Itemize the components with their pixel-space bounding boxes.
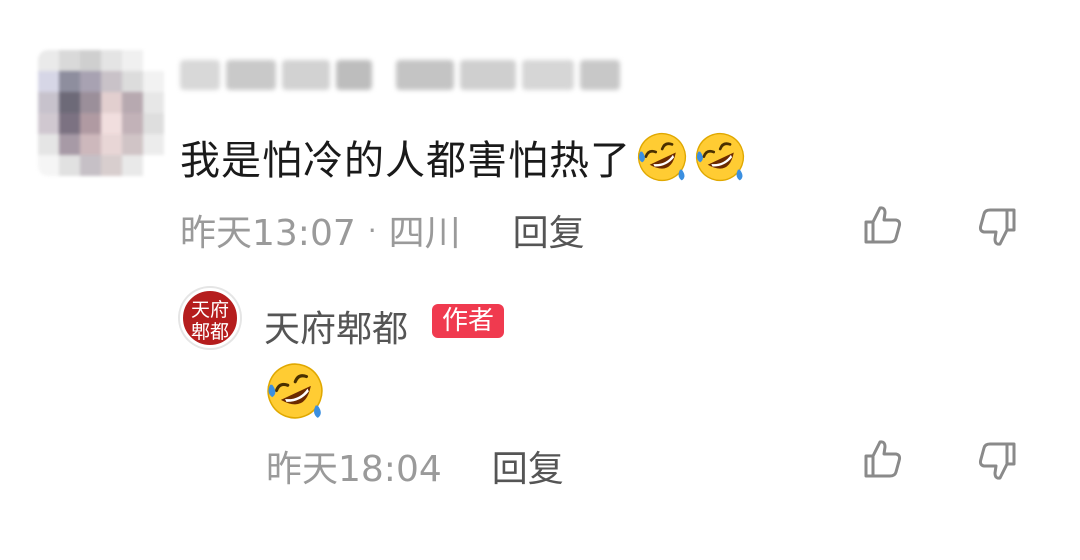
author-name[interactable]: 天府郫都	[264, 300, 408, 352]
avatar-char: 郫	[191, 321, 211, 343]
dislike-icon[interactable]	[976, 439, 1020, 483]
rolling-on-floor-laughing-icon	[637, 132, 687, 182]
meta-separator: ·	[367, 213, 377, 247]
avatar-char: 都	[210, 321, 230, 343]
comment-body: 我是怕冷的人都害怕热了	[180, 128, 747, 186]
avatar-char: 府	[210, 299, 230, 321]
reply-button[interactable]: 回复	[513, 204, 585, 256]
comment-meta: 昨天13:07 · 四川 回复	[180, 204, 585, 256]
commenter-avatar[interactable]	[38, 50, 164, 176]
reply-button[interactable]: 回复	[492, 440, 564, 492]
avatar-char: 天	[191, 299, 211, 321]
comment-text: 我是怕冷的人都害怕热了	[180, 138, 631, 184]
rolling-on-floor-laughing-icon	[267, 363, 323, 419]
like-icon[interactable]	[860, 203, 904, 247]
comment-location: 四川	[388, 213, 461, 254]
comment-thread: 我是怕冷的人都害怕热了 昨天13:07 · 四川 回复 天 府 郫 都 天府郫都…	[0, 0, 1080, 560]
like-icon[interactable]	[860, 437, 904, 481]
author-badge: 作者	[432, 304, 505, 338]
dislike-icon[interactable]	[976, 205, 1020, 249]
rolling-on-floor-laughing-icon	[695, 132, 745, 182]
more-icon[interactable]	[988, 0, 1010, 8]
commenter-username-redacted[interactable]	[180, 60, 620, 90]
reply-meta: 昨天18:04 回复	[266, 440, 564, 492]
reply-time: 昨天18:04	[266, 449, 442, 490]
comment-time: 昨天13:07	[180, 213, 356, 254]
author-avatar[interactable]: 天 府 郫 都	[180, 288, 240, 348]
